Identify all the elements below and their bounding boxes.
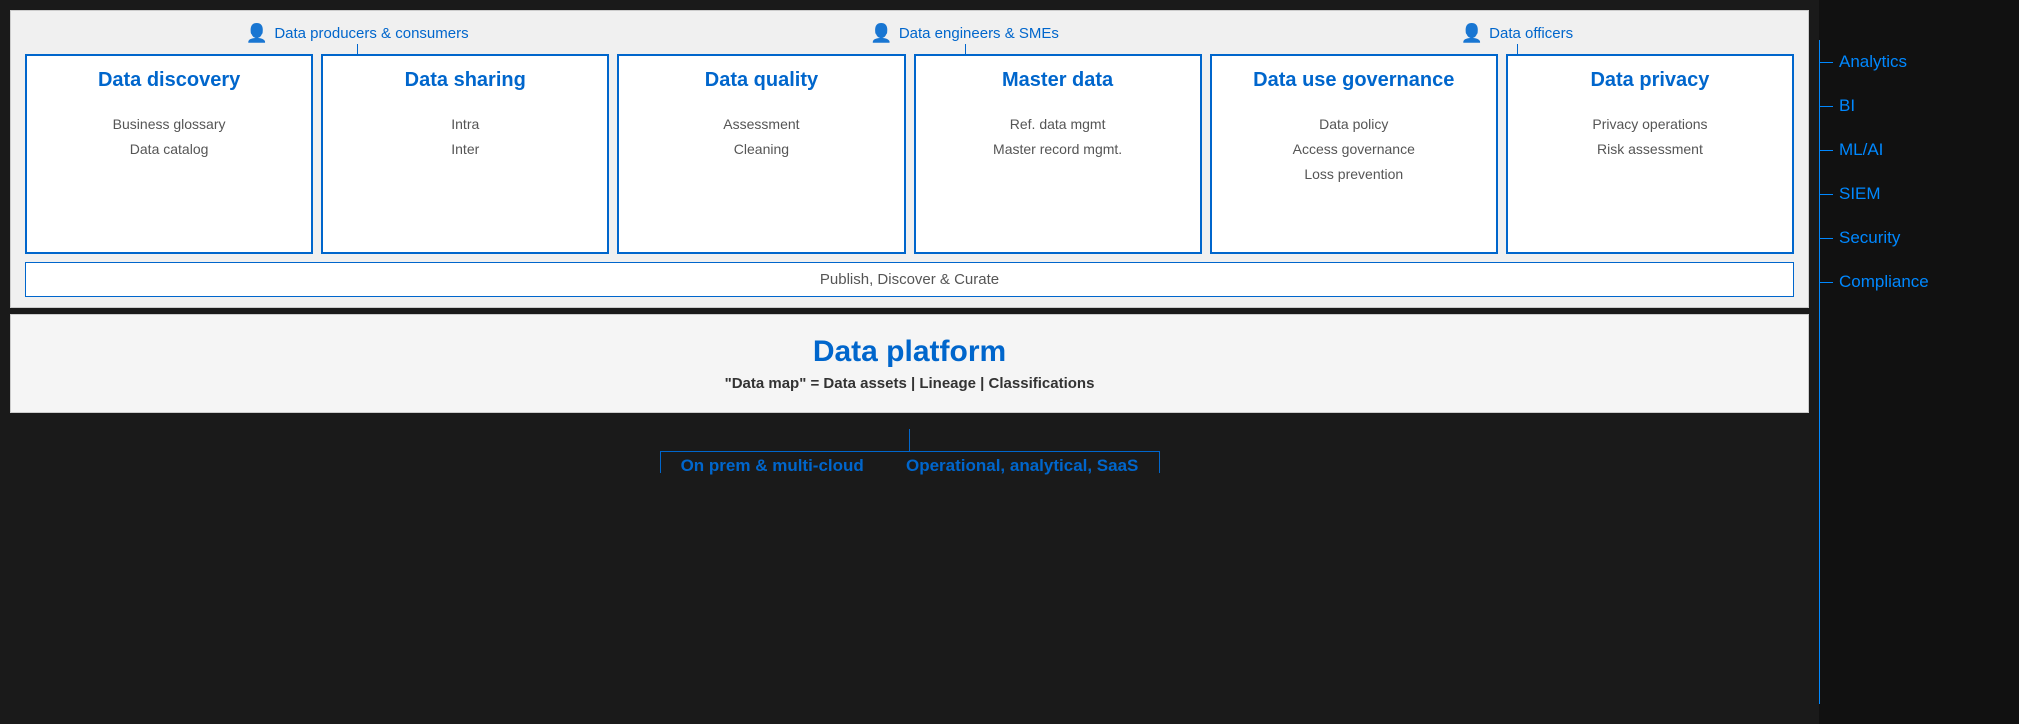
data-use-governance-item-2: Access governance <box>1293 137 1415 162</box>
person-icon-3: 👤 <box>1461 23 1483 44</box>
persona-producers: 👤 Data producers & consumers <box>246 23 469 44</box>
data-privacy-item-1: Privacy operations <box>1592 112 1707 137</box>
data-sharing-title: Data sharing <box>405 68 526 92</box>
operational-label: Operational, analytical, SaaS <box>906 456 1138 476</box>
data-sharing-item-1: Intra <box>451 112 479 137</box>
data-platform-section: Data platform "Data map" = Data assets |… <box>10 314 1809 413</box>
master-data-box: Master data Ref. data mgmt Master record… <box>914 54 1202 254</box>
data-quality-title: Data quality <box>705 68 818 92</box>
data-use-governance-items: Data policy Access governance Loss preve… <box>1293 112 1415 188</box>
data-quality-box: Data quality Assessment Cleaning <box>617 54 905 254</box>
master-data-item-2: Master record mgmt. <box>993 137 1122 162</box>
data-privacy-box: Data privacy Privacy operations Risk ass… <box>1506 54 1794 254</box>
data-discovery-box: Data discovery Business glossary Data ca… <box>25 54 313 254</box>
data-quality-item-2: Cleaning <box>723 137 799 162</box>
person-icon: 👤 <box>246 23 268 44</box>
data-privacy-item-2: Risk assessment <box>1592 137 1707 162</box>
sidebar-item-analytics[interactable]: Analytics <box>1819 40 2019 84</box>
data-use-governance-box: Data use governance Data policy Access g… <box>1210 54 1498 254</box>
connector-horizontal <box>660 451 1160 452</box>
data-platform-title: Data platform <box>31 335 1788 369</box>
sidebar-item-siem[interactable]: SIEM <box>1819 172 2019 216</box>
data-platform-subtitle: "Data map" = Data assets | Lineage | Cla… <box>31 375 1788 392</box>
sidebar-items-list: Analytics BI ML/AI SIEM Security Complia… <box>1819 0 2019 304</box>
data-discovery-item-1: Business glossary <box>113 112 226 137</box>
sidebar-item-security[interactable]: Security <box>1819 216 2019 260</box>
data-use-governance-title: Data use governance <box>1253 68 1454 92</box>
data-discovery-item-2: Data catalog <box>113 137 226 162</box>
person-icon-2: 👤 <box>870 23 892 44</box>
bottom-items-row: On prem & multi-cloud Operational, analy… <box>660 452 1160 476</box>
persona-producers-label: Data producers & consumers <box>274 25 468 42</box>
connector-left-drop <box>660 451 661 473</box>
on-prem-label: On prem & multi-cloud <box>681 456 864 476</box>
master-data-item-1: Ref. data mgmt <box>993 112 1122 137</box>
right-sidebar: Analytics BI ML/AI SIEM Security Complia… <box>1819 0 2019 724</box>
data-privacy-items: Privacy operations Risk assessment <box>1592 112 1707 162</box>
main-content: 👤 Data producers & consumers 👤 Data engi… <box>0 0 1819 724</box>
top-governance-section: 👤 Data producers & consumers 👤 Data engi… <box>10 10 1809 308</box>
publish-bar: Publish, Discover & Curate <box>25 262 1794 297</box>
data-sharing-box: Data sharing Intra Inter <box>321 54 609 254</box>
sidebar-item-bi[interactable]: BI <box>1819 84 2019 128</box>
persona-engineers: 👤 Data engineers & SMEs <box>870 23 1059 44</box>
persona-officers: 👤 Data officers <box>1461 23 1573 44</box>
data-quality-items: Assessment Cleaning <box>723 112 799 162</box>
connector-vertical-top <box>909 429 910 451</box>
data-quality-item-1: Assessment <box>723 112 799 137</box>
data-use-governance-item-1: Data policy <box>1293 112 1415 137</box>
data-sharing-item-2: Inter <box>451 137 479 162</box>
personas-row: 👤 Data producers & consumers 👤 Data engi… <box>25 23 1794 44</box>
bottom-item-operational: Operational, analytical, SaaS <box>906 452 1138 476</box>
bottom-section: On prem & multi-cloud Operational, analy… <box>10 419 1809 486</box>
persona-officers-label: Data officers <box>1489 25 1573 42</box>
data-privacy-title: Data privacy <box>1590 68 1709 92</box>
capability-boxes-row: Data discovery Business glossary Data ca… <box>25 54 1794 254</box>
data-discovery-title: Data discovery <box>98 68 240 92</box>
data-discovery-items: Business glossary Data catalog <box>113 112 226 162</box>
connector-right-drop <box>1159 451 1160 473</box>
persona-engineers-label: Data engineers & SMEs <box>899 25 1059 42</box>
bottom-line-container: On prem & multi-cloud Operational, analy… <box>610 429 1210 476</box>
data-use-governance-item-3: Loss prevention <box>1293 162 1415 187</box>
master-data-items: Ref. data mgmt Master record mgmt. <box>993 112 1122 162</box>
sidebar-item-ml-ai[interactable]: ML/AI <box>1819 128 2019 172</box>
bottom-item-on-prem: On prem & multi-cloud <box>681 452 864 476</box>
data-sharing-items: Intra Inter <box>451 112 479 162</box>
master-data-title: Master data <box>1002 68 1113 92</box>
sidebar-item-compliance[interactable]: Compliance <box>1819 260 2019 304</box>
